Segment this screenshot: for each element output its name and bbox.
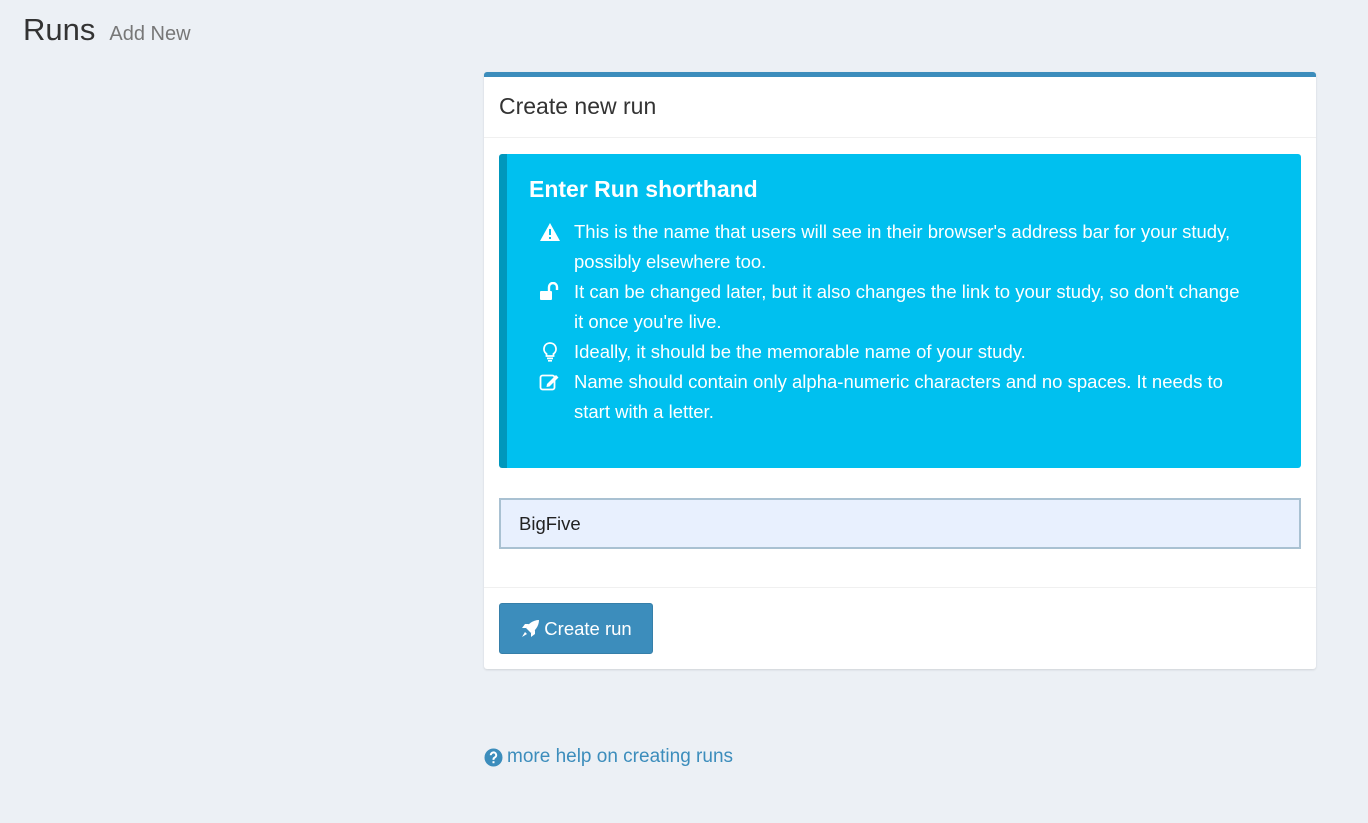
callout-item-changeable: It can be changed later, but it also cha… — [529, 277, 1301, 337]
box-header: Create new run — [484, 77, 1316, 138]
help-link[interactable]: more help on creating runs — [484, 746, 733, 768]
callout-item-text: Name should contain only alpha-numeric c… — [574, 371, 1223, 422]
info-callout: Enter Run shorthand This is the name tha… — [499, 154, 1301, 468]
run-shorthand-input[interactable] — [499, 498, 1301, 549]
create-run-button[interactable]: Create run — [499, 603, 653, 654]
rocket-icon — [520, 619, 540, 639]
callout-title: Enter Run shorthand — [529, 176, 758, 202]
callout-item-text: Ideally, it should be the memorable name… — [574, 341, 1026, 362]
box-title: Create new run — [499, 93, 657, 119]
warning-icon — [539, 221, 561, 243]
page-subtitle: Add New — [109, 23, 191, 45]
callout-item-memorable: Ideally, it should be the memorable name… — [529, 337, 1301, 367]
lightbulb-icon — [539, 341, 561, 363]
unlock-icon — [539, 281, 561, 303]
question-circle-icon — [484, 748, 503, 767]
page-title: Runs — [23, 12, 96, 47]
create-run-box: Create new run Enter Run shorthand This … — [484, 72, 1316, 669]
page-header: Runs Add New — [23, 12, 191, 48]
callout-item-text: It can be changed later, but it also cha… — [574, 281, 1240, 332]
create-run-label: Create run — [544, 617, 632, 639]
callout-list: This is the name that users will see in … — [529, 217, 1301, 427]
edit-icon — [539, 371, 561, 393]
callout-item-address-bar: This is the name that users will see in … — [529, 217, 1301, 277]
callout-item-naming-rules: Name should contain only alpha-numeric c… — [529, 367, 1301, 427]
help-link-text: more help on creating runs — [507, 746, 734, 767]
box-footer: Create run — [484, 587, 1316, 669]
callout-item-text: This is the name that users will see in … — [574, 221, 1231, 272]
